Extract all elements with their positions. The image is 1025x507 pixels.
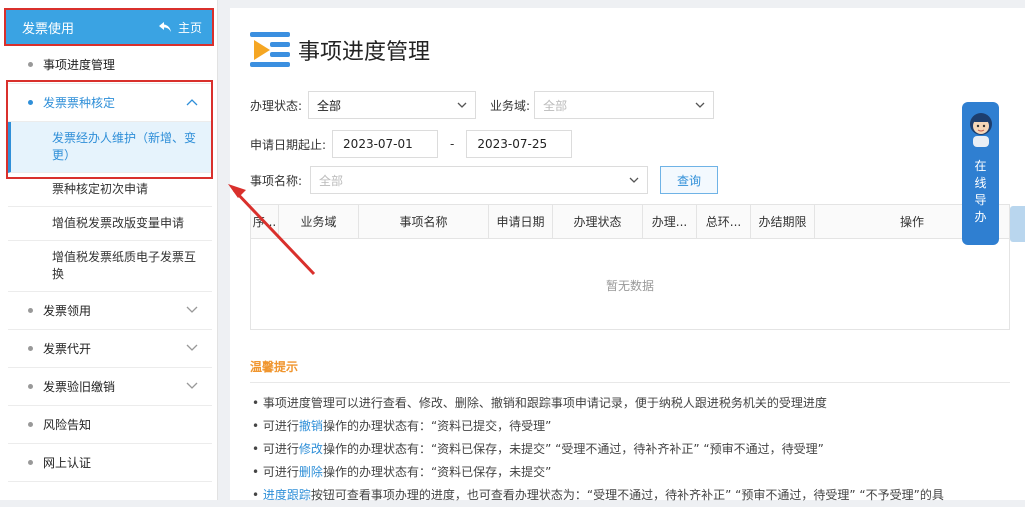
online-guide-button[interactable]: 在线导办 — [962, 102, 999, 245]
bullet-dot — [28, 460, 33, 465]
date-range-label: 申请日期起止: — [250, 137, 327, 152]
domain-label: 业务域: — [490, 98, 531, 113]
dropdown-arrow-icon — [629, 175, 639, 186]
table-empty-text: 暂无数据 — [605, 279, 654, 293]
sidebar-header-title: 发票使用 — [22, 21, 75, 37]
chevron-down-icon — [186, 380, 198, 393]
tip-line: • 可进行修改操作的办理状态有：“资料已保存，未提交” “受理不通过，待补齐补正… — [252, 438, 1022, 461]
chevron-up-icon — [186, 96, 198, 109]
home-label: 主页 — [177, 20, 202, 35]
status-select[interactable]: 全部 — [308, 91, 477, 119]
sidebar: 发票使用 主页 事项进度管理 发票票种核定 发票经办人维护（新增、变更） 票种核… — [0, 0, 218, 500]
tip-highlight-cancel: 撤销 — [298, 419, 323, 433]
sidebar-item-label: 发票验旧缴销 — [43, 380, 116, 394]
tip-line: • 可进行撤销操作的办理状态有：“资料已提交，待受理” — [252, 415, 1022, 438]
tip-bullet: • — [252, 442, 260, 456]
chevron-down-icon — [186, 342, 198, 355]
main-panel: 事项进度管理 办理状态: 全部 业务域: 全部 申请日期起止: 2023-07-… — [230, 8, 1025, 502]
tips-divider — [250, 382, 1010, 383]
filter-row-status: 办理状态: 全部 业务域: 全部 — [250, 91, 715, 119]
tip-text: 可进行 — [262, 465, 299, 479]
tip-line: • 可进行删除操作的办理状态有：“资料已保存，未提交” — [252, 461, 1022, 484]
sidebar-header: 发票使用 主页 — [4, 8, 214, 46]
sidebar-item-invoice-cancel[interactable]: 发票验旧缴销 — [8, 368, 212, 406]
column-header[interactable]: 事项名称 — [359, 205, 489, 238]
tip-text: 事项进度管理可以进行查看、修改、删除、撤销和跟踪事项申请记录，便于纳税人跟进税务… — [262, 396, 827, 410]
bullet-dot — [28, 100, 33, 105]
table-header: 序... 业务域 事项名称 申请日期 办理状态 办理... 总环... 办结期限… — [251, 205, 1009, 239]
column-header[interactable]: 申请日期 — [489, 205, 553, 238]
sidebar-item-invoice-issue[interactable]: 发票代开 — [8, 330, 212, 368]
filter-row-item: 事项名称: 全部 查询 — [250, 166, 719, 194]
item-name-label: 事项名称: — [250, 173, 303, 188]
tip-line: • 进度跟踪按钮可查看事项办理的进度，也可查看办理状态为：“受理不通过，待补齐补… — [252, 484, 1022, 507]
tip-highlight-delete: 删除 — [298, 465, 323, 479]
status-select-value: 全部 — [317, 98, 342, 113]
item-name-placeholder: 全部 — [319, 173, 344, 188]
sidebar-item-invoice-type-approval[interactable]: 发票票种核定 — [8, 84, 212, 122]
tip-text: 操作的办理状态有：“资料已保存，未提交” — [322, 465, 552, 479]
status-label: 办理状态: — [250, 98, 303, 113]
sidebar-item-progress[interactable]: 事项进度管理 — [8, 46, 212, 84]
bullet-dot — [28, 62, 33, 67]
column-header[interactable]: 办理状态 — [553, 205, 643, 238]
tip-bullet: • — [252, 465, 260, 479]
bullet-dot — [28, 384, 33, 389]
query-button[interactable]: 查询 — [660, 166, 719, 194]
page-title: 事项进度管理 — [250, 30, 430, 70]
tip-bullet: • — [252, 419, 260, 433]
column-header[interactable]: 总环... — [697, 205, 751, 238]
date-to-input[interactable]: 2023-07-25 — [466, 130, 573, 158]
item-name-select[interactable]: 全部 — [310, 166, 649, 194]
column-header[interactable]: 序... — [251, 205, 279, 238]
chevron-down-icon — [186, 304, 198, 317]
column-header[interactable]: 业务域 — [279, 205, 359, 238]
list-play-icon — [250, 30, 294, 70]
tip-text: 操作的办理状态有：“资料已保存，未提交” “受理不通过，待补齐补正” “预审不通… — [322, 442, 824, 456]
filter-row-date: 申请日期起止: 2023-07-01 - 2023-07-25 — [250, 130, 573, 158]
sidebar-subitem-initial-application[interactable]: 票种核定初次申请 — [8, 173, 212, 207]
edge-tab[interactable] — [1010, 206, 1025, 242]
column-header[interactable]: 办结期限 — [751, 205, 815, 238]
tip-text: 操作的办理状态有：“资料已提交，待受理” — [322, 419, 552, 433]
bullet-dot — [28, 422, 33, 427]
home-link[interactable]: 主页 — [158, 19, 202, 36]
dropdown-arrow-icon — [695, 100, 705, 111]
date-from-input[interactable]: 2023-07-01 — [332, 130, 439, 158]
bullet-dot — [28, 346, 33, 351]
sidebar-item-label: 事项进度管理 — [43, 58, 116, 72]
sidebar-item-invoice-collect[interactable]: 发票领用 — [8, 292, 212, 330]
sidebar-item-label: 发票代开 — [43, 342, 92, 356]
dropdown-arrow-icon — [457, 100, 467, 111]
guide-text: 在线导办 — [974, 159, 987, 224]
domain-select-placeholder: 全部 — [543, 98, 568, 113]
bullet-dot — [28, 308, 33, 313]
sidebar-item-risk-notice[interactable]: 风险告知 — [8, 406, 212, 444]
sidebar-item-label: 发票票种核定 — [43, 96, 116, 110]
sidebar-subitem-paper-electronic-swap[interactable]: 增值税发票纸质电子发票互换 — [8, 241, 212, 292]
sidebar-item-online-auth[interactable]: 网上认证 — [8, 444, 212, 482]
column-header[interactable]: 办理... — [643, 205, 697, 238]
tip-line: • 事项进度管理可以进行查看、修改、删除、撤销和跟踪事项申请记录，便于纳税人跟进… — [252, 392, 1022, 415]
sidebar-menu: 事项进度管理 发票票种核定 发票经办人维护（新增、变更） 票种核定初次申请 增值… — [8, 46, 212, 482]
tips-list: • 事项进度管理可以进行查看、修改、删除、撤销和跟踪事项申请记录，便于纳税人跟进… — [252, 392, 1022, 507]
sidebar-subitem-vat-change[interactable]: 增值税发票改版变量申请 — [8, 207, 212, 241]
sidebar-subitem-agent-maintenance[interactable]: 发票经办人维护（新增、变更） — [8, 122, 212, 173]
sidebar-item-label: 网上认证 — [43, 456, 92, 470]
tip-highlight-modify: 修改 — [298, 442, 323, 456]
home-back-icon — [158, 22, 171, 32]
assistant-avatar-icon — [969, 113, 992, 147]
tips-title: 温馨提示 — [250, 360, 299, 374]
progress-table: 序... 业务域 事项名称 申请日期 办理状态 办理... 总环... 办结期限… — [250, 204, 1010, 330]
sidebar-item-label: 风险告知 — [43, 418, 92, 432]
date-separator: - — [450, 137, 455, 151]
tip-text: 可进行 — [262, 419, 299, 433]
page-title-text: 事项进度管理 — [298, 40, 431, 65]
tip-bullet: • — [252, 396, 260, 410]
tip-text: 可进行 — [262, 442, 299, 456]
domain-select[interactable]: 全部 — [534, 91, 715, 119]
sidebar-item-label: 发票领用 — [43, 304, 92, 318]
